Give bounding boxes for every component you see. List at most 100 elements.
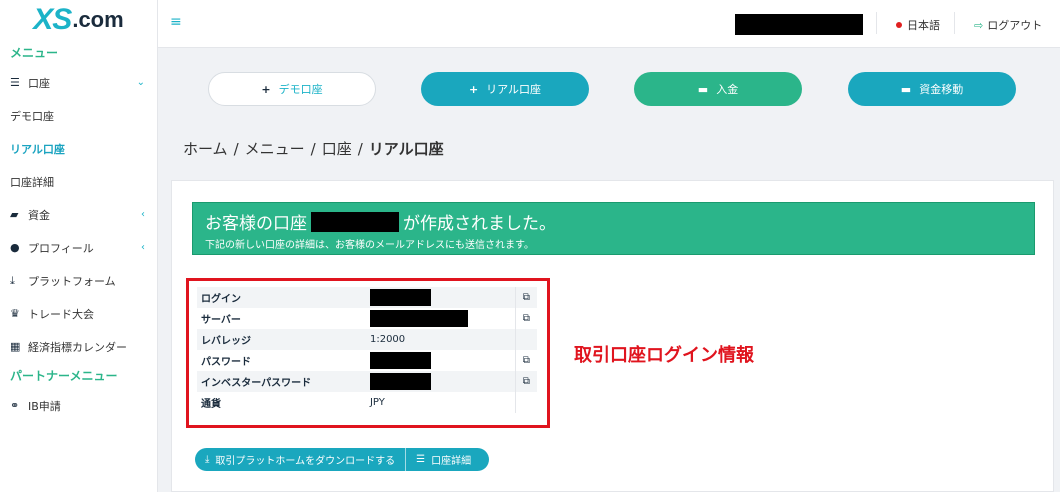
logout-link[interactable]: ⇨ ログアウト — [974, 17, 1042, 33]
account-info-table: ログイン ⧉ サーバー ⧉ レバレッジ 1:2000 パスワード ⧉ インベスタ… — [197, 287, 537, 413]
table-row: 通貨 JPY — [197, 392, 537, 413]
breadcrumb-home[interactable]: ホーム — [183, 140, 228, 158]
success-banner: お客様の口座 が作成されました。 下記の新しい口座の詳細は、お客様のメールアドレ… — [192, 202, 1035, 255]
redacted-value — [369, 310, 468, 327]
sidebar-item-platform[interactable]: ⤓ プラットフォーム — [0, 264, 157, 297]
breadcrumb-separator: / — [357, 140, 363, 158]
download-icon: ⤓ — [205, 454, 210, 465]
copy-icon[interactable]: ⧉ — [514, 371, 537, 392]
row-value: 1:2000 — [365, 329, 516, 350]
sidebar-item-account-details[interactable]: 口座詳細 — [0, 165, 157, 198]
row-label: レバレッジ — [197, 329, 366, 350]
breadcrumb: ホーム / メニュー / 口座 / リアル口座 — [183, 138, 444, 159]
copy-icon[interactable]: ⧉ — [514, 287, 537, 308]
redacted-account-number — [311, 211, 399, 232]
button-label: 取引プラットホームをダウンロードする — [215, 456, 396, 467]
empty-cell — [514, 392, 537, 413]
button-label: 資金移動 — [919, 83, 964, 96]
table-row: インベスターパスワード ⧉ — [197, 371, 537, 392]
row-value — [366, 308, 515, 329]
logout-label: ログアウト — [987, 19, 1043, 32]
redacted-value — [369, 289, 431, 306]
sidebar-item-label: プラットフォーム — [28, 274, 116, 288]
menu-header: メニュー — [10, 46, 59, 60]
list-icon: ☰ — [10, 76, 20, 89]
handshake-icon: ⚭ — [10, 399, 20, 412]
sidebar-item-label: トレード大会 — [28, 307, 94, 321]
hamburger-menu-icon[interactable]: ≡ — [170, 14, 182, 30]
download-platform-button[interactable]: ⤓ 取引プラットホームをダウンロードする — [195, 448, 405, 471]
sidebar-item-label: IB申請 — [28, 399, 61, 413]
user-icon: ● — [10, 241, 20, 254]
sidebar-item-label: 資金 — [28, 208, 50, 222]
sidebar-item-trade-contest[interactable]: ♛ トレード大会 — [0, 297, 157, 330]
sidebar-item-economic-calendar[interactable]: ▦ 経済指標カレンダー — [0, 330, 157, 363]
plus-icon: + — [261, 82, 271, 96]
account-created-card: お客様の口座 が作成されました。 下記の新しい口座の詳細は、お客様のメールアドレ… — [171, 180, 1054, 492]
redacted-username — [735, 14, 863, 35]
credit-card-icon: ▬ — [900, 82, 912, 96]
button-label: リアル口座 — [486, 83, 542, 96]
row-label: パスワード — [201, 357, 251, 368]
sidebar-item-ib-application[interactable]: ⚭ IB申請 — [0, 389, 157, 422]
xs-logo[interactable]: XS .com — [0, 0, 157, 40]
divider — [954, 12, 955, 34]
table-row: パスワード ⧉ — [197, 350, 537, 371]
bottom-action-group: ⤓ 取引プラットホームをダウンロードする ☰ 口座詳細 — [195, 448, 489, 471]
sidebar-item-real-account[interactable]: リアル口座 — [0, 132, 157, 165]
banner-title-suffix: が作成されました。 — [403, 214, 556, 234]
japan-flag-icon — [896, 22, 902, 28]
wallet-icon: ▰ — [10, 208, 19, 221]
breadcrumb-menu[interactable]: メニュー — [245, 140, 305, 158]
credit-card-icon: ▬ — [697, 82, 709, 96]
logo-suffix: .com — [72, 7, 124, 32]
sidebar-item-label: 口座詳細 — [10, 175, 54, 189]
deposit-button[interactable]: ▬ 入金 — [634, 72, 802, 106]
row-label: ログイン — [197, 287, 366, 308]
plus-icon: + — [468, 82, 479, 96]
account-details-button[interactable]: ☰ 口座詳細 — [406, 448, 481, 471]
download-icon: ⤓ — [10, 273, 15, 287]
chevron-down-icon: ⌄ — [136, 77, 145, 88]
button-label: 入金 — [716, 83, 739, 96]
row-value — [365, 371, 516, 392]
banner-subtitle: 下記の新しい口座の詳細は、お客様のメールアドレスにも送信されます。 — [205, 240, 534, 251]
language-label: 日本語 — [907, 19, 940, 32]
breadcrumb-separator: / — [310, 140, 316, 158]
sidebar-item-demo-account[interactable]: デモ口座 — [0, 99, 157, 132]
copy-icon[interactable]: ⧉ — [514, 308, 537, 329]
chevron-left-icon: ‹ — [141, 209, 145, 220]
login-info-annotation: 取引口座ログイン情報 — [574, 345, 754, 366]
breadcrumb-account[interactable]: 口座 — [322, 140, 352, 158]
row-label: 通貨 — [201, 399, 221, 410]
sidebar-item-label: 経済指標カレンダー — [28, 340, 127, 354]
login-info-highlight: ログイン ⧉ サーバー ⧉ レバレッジ 1:2000 パスワード ⧉ インベスタ… — [186, 278, 550, 428]
calendar-icon: ▦ — [10, 340, 21, 353]
row-value — [365, 287, 516, 308]
redacted-value — [369, 352, 431, 369]
topbar: ≡ 日本語 ⇨ ログアウト — [158, 0, 1060, 48]
row-label: インベスターパスワード — [197, 371, 366, 392]
sidebar-item-profile[interactable]: ● プロフィール ‹ — [0, 231, 157, 264]
sidebar-item-label: 口座 — [28, 76, 50, 90]
partner-menu-header: パートナーメニュー — [10, 369, 118, 383]
button-label: 口座詳細 — [431, 456, 472, 467]
banner-title: お客様の口座 が作成されました。 — [205, 209, 556, 234]
divider — [876, 12, 877, 34]
logo-brand: XS — [33, 3, 72, 36]
button-label: デモ口座 — [278, 83, 323, 96]
banner-title-prefix: お客様の口座 — [205, 214, 307, 234]
redacted-value — [369, 373, 431, 390]
chevron-left-icon: ‹ — [141, 242, 145, 253]
language-selector[interactable]: 日本語 — [896, 17, 940, 33]
empty-cell — [514, 329, 537, 350]
table-row: ログイン ⧉ — [197, 287, 537, 308]
sidebar-item-funds[interactable]: ▰ 資金 ‹ — [0, 198, 157, 231]
logout-icon: ⇨ — [974, 19, 984, 32]
real-account-button[interactable]: + リアル口座 — [421, 72, 589, 106]
fund-transfer-button[interactable]: ▬ 資金移動 — [848, 72, 1016, 106]
sidebar-item-label: プロフィール — [28, 241, 94, 255]
demo-account-button[interactable]: + デモ口座 — [208, 72, 376, 106]
sidebar-item-accounts[interactable]: ☰ 口座 ⌄ — [0, 66, 157, 99]
copy-icon[interactable]: ⧉ — [514, 350, 537, 371]
